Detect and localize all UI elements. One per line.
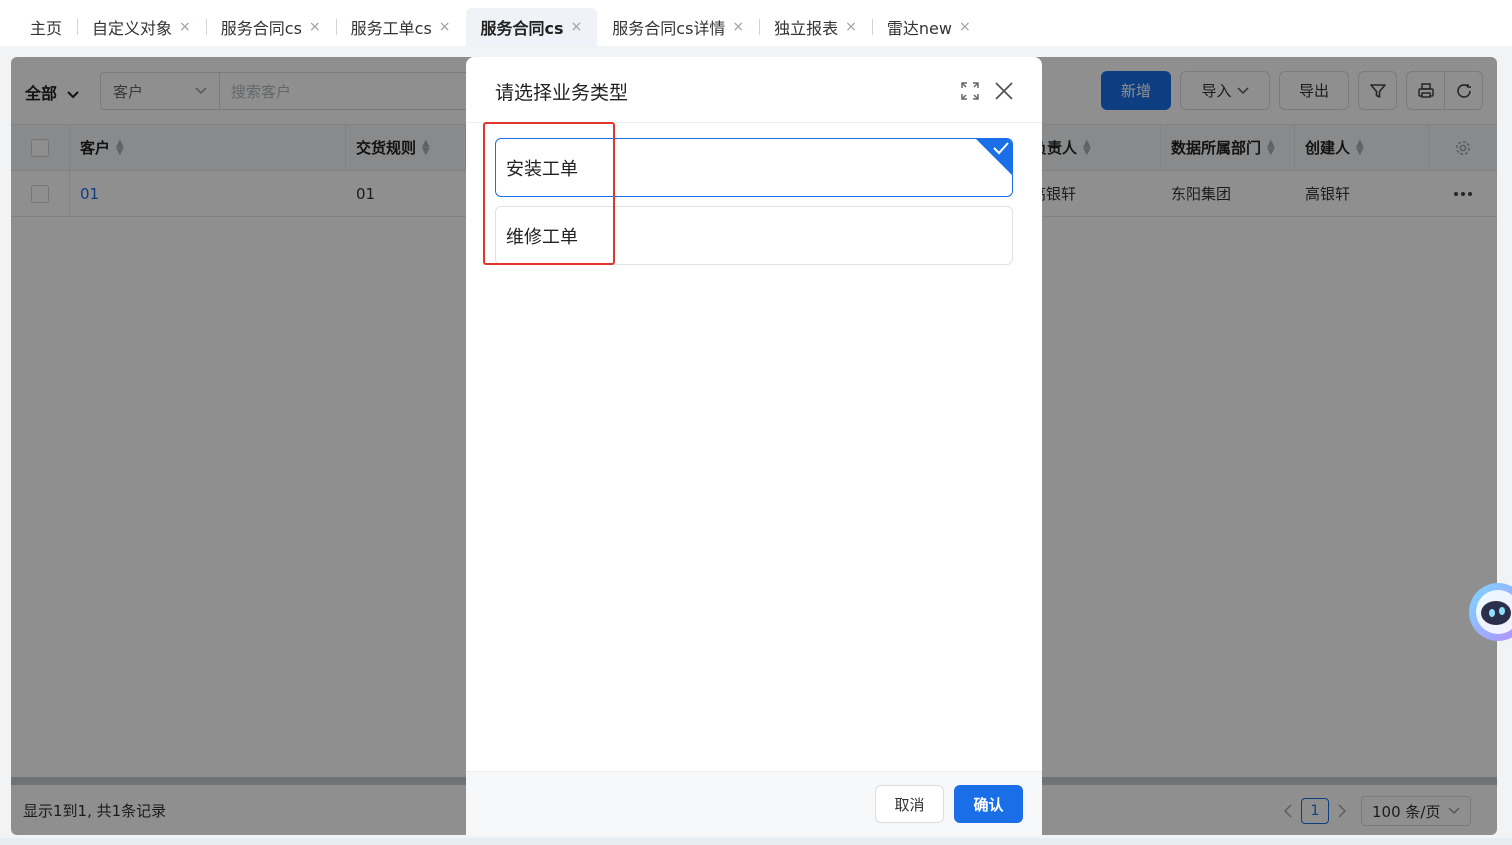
- tab-label: 服务工单cs: [350, 19, 432, 38]
- tab-label: 服务合同cs详情: [612, 19, 726, 38]
- assistant-icon: [1469, 583, 1512, 641]
- tab-service-order[interactable]: 服务工单cs ×: [335, 8, 466, 46]
- tab-close-icon[interactable]: ×: [732, 19, 744, 35]
- check-icon: [976, 139, 1012, 175]
- cancel-button[interactable]: 取消: [875, 785, 944, 823]
- tab-close-icon[interactable]: ×: [959, 19, 971, 35]
- tab-label: 自定义对象: [92, 19, 173, 38]
- bottom-strip: [0, 838, 1512, 845]
- expand-icon[interactable]: [960, 81, 980, 101]
- tab-close-icon[interactable]: ×: [439, 19, 451, 35]
- tab-service-contract[interactable]: 服务合同cs ×: [205, 8, 336, 46]
- tab-close-icon[interactable]: ×: [179, 19, 191, 35]
- tab-home[interactable]: 主页: [15, 8, 77, 46]
- dialog-header: 请选择业务类型: [466, 57, 1042, 123]
- assistant-button[interactable]: [1468, 583, 1512, 641]
- tab-label: 主页: [30, 19, 63, 38]
- tab-close-icon[interactable]: ×: [845, 19, 857, 35]
- tab-label: 服务合同cs: [220, 19, 302, 38]
- tab-standalone-report[interactable]: 独立报表 ×: [759, 8, 872, 46]
- tab-service-contract-active[interactable]: 服务合同cs ×: [465, 8, 598, 46]
- tab-close-icon[interactable]: ×: [571, 19, 583, 35]
- tab-service-contract-detail[interactable]: 服务合同cs详情 ×: [597, 8, 759, 46]
- dialog-title: 请选择业务类型: [495, 82, 629, 104]
- confirm-button[interactable]: 确认: [954, 785, 1023, 823]
- tab-bar: 主页 自定义对象 × 服务合同cs × 服务工单cs × 服务合同cs × 服务合同cs…: [0, 0, 1512, 46]
- annotation-highlight-box: [483, 122, 615, 265]
- tab-label: 独立报表: [774, 19, 839, 38]
- tab-close-icon[interactable]: ×: [309, 19, 321, 35]
- tab-label: 服务合同cs: [480, 19, 564, 38]
- tab-custom-object[interactable]: 自定义对象 ×: [77, 8, 206, 46]
- tab-radar-new[interactable]: 雷达new ×: [871, 8, 986, 46]
- tab-label: 雷达new: [886, 19, 952, 38]
- business-type-dialog: 请选择业务类型 安装工单 维修工单 取消 确认: [466, 57, 1042, 835]
- close-icon[interactable]: [994, 81, 1014, 101]
- dialog-footer: 取消 确认: [466, 771, 1042, 835]
